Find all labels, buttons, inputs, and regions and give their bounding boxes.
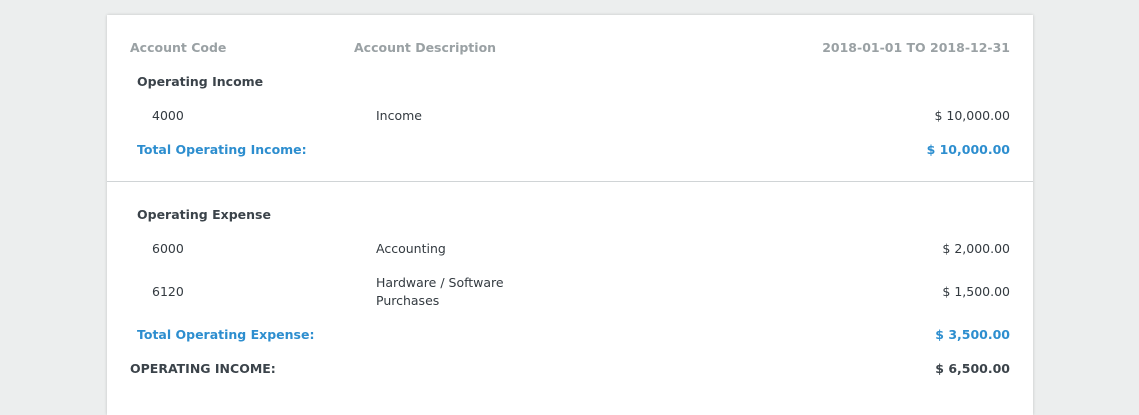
account-code: 4000 [152,108,184,123]
account-code: 6120 [152,284,184,299]
section-total-amount: $ 3,500.00 [935,327,1010,342]
section-total-amount: $ 10,000.00 [926,142,1010,157]
period-header: 2018-01-01 TO 2018-12-31 [822,40,1010,55]
section-title: Operating Income [137,74,264,89]
summary-amount: $ 6,500.00 [935,361,1010,376]
account-code-header: Account Code [130,40,227,55]
section-title: Operating Expense [137,207,271,222]
table-row[interactable]: 6120 Hardware / Software Purchases $ 1,5… [107,275,1033,315]
account-description-line: Purchases [376,293,440,308]
account-code: 6000 [152,241,184,256]
report-card: Account Code Account Description 2018-01… [107,15,1033,415]
account-description: Accounting [376,241,446,256]
section-total-label: Total Operating Income: [137,142,307,157]
account-amount: $ 2,000.00 [942,241,1010,256]
account-amount: $ 1,500.00 [942,284,1010,299]
account-amount: $ 10,000.00 [934,108,1010,123]
account-description-line: Hardware / Software [376,275,504,290]
account-description: Hardware / Software Purchases [376,274,526,310]
summary-label: OPERATING INCOME: [130,361,276,376]
section-divider [107,181,1033,182]
section-total-label: Total Operating Expense: [137,327,315,342]
account-description: Income [376,108,422,123]
account-description-header: Account Description [354,40,497,55]
